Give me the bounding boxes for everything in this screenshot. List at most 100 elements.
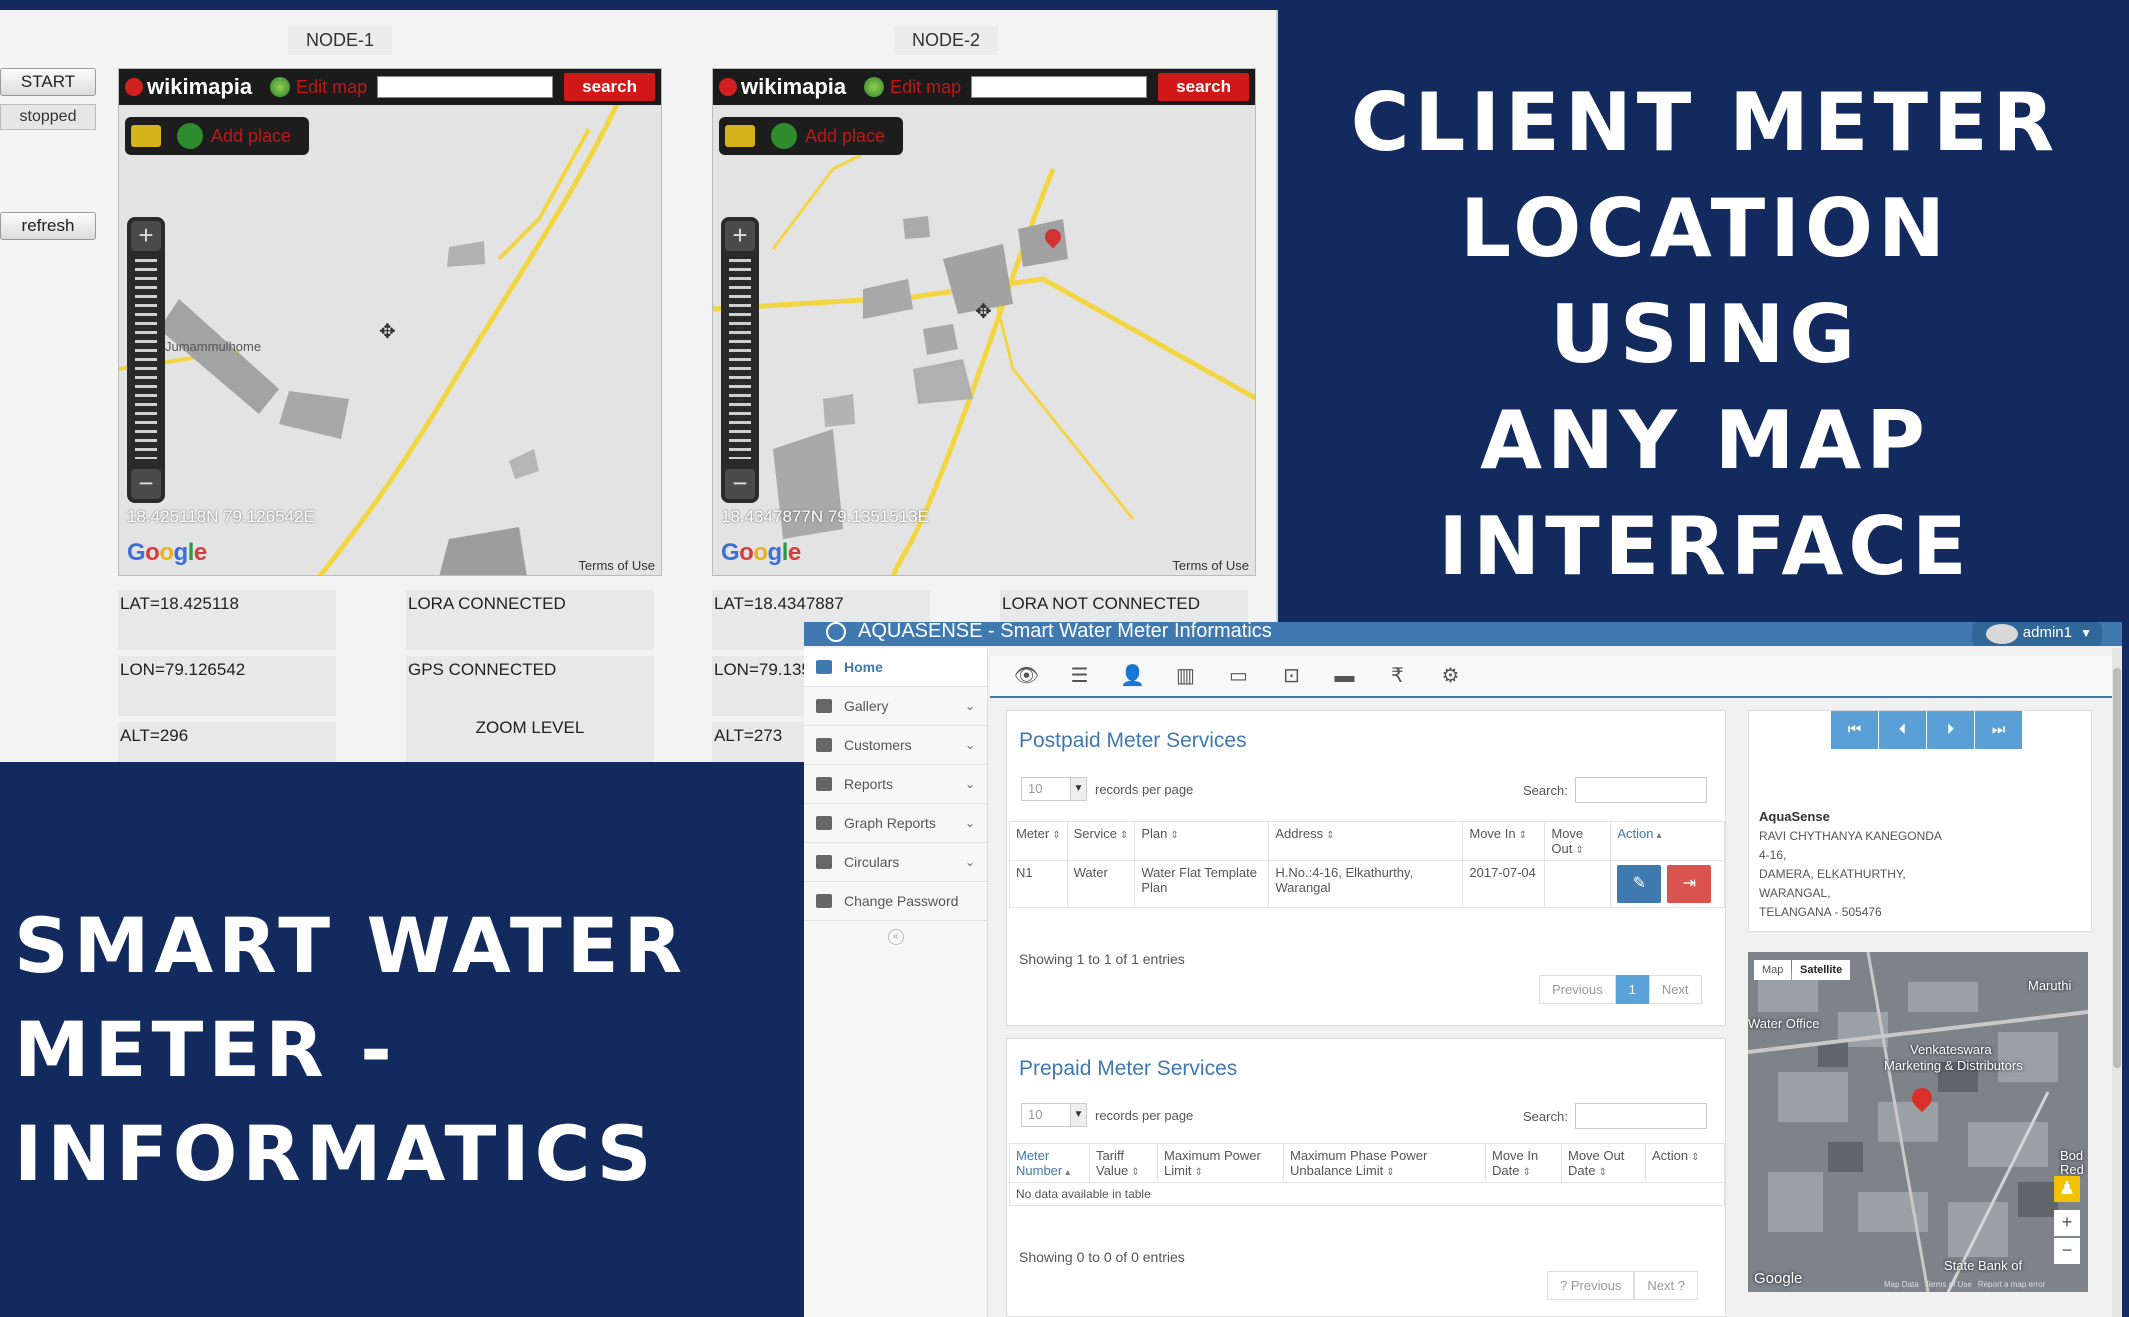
sidebar-item-gallery[interactable]: Gallery ⌄ <box>804 687 987 726</box>
google-logo-letter: G <box>127 539 146 566</box>
column-header[interactable]: Action ▴ <box>1610 821 1725 861</box>
map-search-input[interactable] <box>971 76 1148 98</box>
column-header-label: Move Out Date <box>1568 1148 1625 1178</box>
column-header[interactable]: Move Out Date ⇕ <box>1561 1143 1646 1183</box>
column-header[interactable]: Move In ⇕ <box>1462 821 1546 861</box>
cell-action: ✎ ⇥ <box>1610 860 1725 908</box>
add-place-button[interactable]: Add place <box>211 126 291 147</box>
refresh-button[interactable]: refresh <box>0 212 96 240</box>
column-header[interactable]: Action ⇕ <box>1645 1143 1725 1183</box>
node-1-lon: LON=79.126542 <box>118 656 336 716</box>
column-header-label: Tariff Value <box>1096 1148 1129 1178</box>
headline-smart-water-meter: SMART WATER METER - INFORMATICS <box>14 894 794 1206</box>
rupee-icon[interactable]: ₹ <box>1371 657 1424 695</box>
column-header[interactable]: Maximum Phase Power Unbalance Limit ⇕ <box>1283 1143 1486 1183</box>
map-search-input[interactable] <box>377 76 554 98</box>
sort-icon: ⇕ <box>1052 830 1061 841</box>
start-button[interactable]: START <box>0 68 96 96</box>
previous-page-button[interactable]: ? Previous <box>1547 1271 1635 1300</box>
sidebar-item-customers[interactable]: Customers ⌄ <box>804 726 987 765</box>
first-icon[interactable]: ⏮ <box>1831 711 1878 749</box>
table-row: No data available in table <box>1009 1182 1725 1206</box>
headline-line: SMART WATER <box>14 901 688 990</box>
edit-map-link[interactable]: Edit map <box>296 77 367 98</box>
zoom-in-button[interactable]: + <box>2054 1210 2080 1236</box>
sidebar-item-change-password[interactable]: Change Password <box>804 882 987 921</box>
records-per-page-select[interactable]: 10 ▼ <box>1021 1103 1087 1127</box>
card-icon[interactable]: ▭ <box>1212 657 1265 695</box>
bar-chart-icon[interactable]: ▥ <box>1159 657 1212 695</box>
page-1-button[interactable]: 1 <box>1615 975 1649 1004</box>
sidebar-item-graph-reports[interactable]: Graph Reports ⌄ <box>804 804 987 843</box>
sidebar-item-circulars[interactable]: Circulars ⌄ <box>804 843 987 882</box>
map-search-button[interactable]: search <box>564 73 655 101</box>
node-1-gps-status: GPS CONNECTED <box>406 656 654 716</box>
sidebar-item-reports[interactable]: Reports ⌄ <box>804 765 987 804</box>
sidebar-item-home[interactable]: Home <box>804 648 987 687</box>
satellite-map[interactable]: Map Satellite Water Office Venkateswara … <box>1748 952 2088 1292</box>
list-icon[interactable]: ☰ <box>1053 657 1106 695</box>
scrollbar-thumb[interactable] <box>2113 668 2121 1068</box>
money-icon[interactable]: ⊡ <box>1265 657 1318 695</box>
edit-icon[interactable]: ✎ <box>1617 865 1662 903</box>
logout-icon[interactable]: ⇥ <box>1667 865 1712 903</box>
zoom-slider[interactable] <box>729 259 751 459</box>
zoom-in-button[interactable]: + <box>725 221 755 251</box>
sidebar-item-label: Gallery <box>844 698 889 714</box>
map-zoom-control[interactable]: + − <box>721 217 759 503</box>
next-page-button[interactable]: Next <box>1648 975 1702 1004</box>
map-place-label: Red <box>2060 1162 2084 1177</box>
layers-icon[interactable] <box>131 125 161 147</box>
map-coordinates: 18.4347877N 79.1351513E <box>721 507 929 526</box>
headline-line: ANY MAP <box>1480 394 1930 487</box>
terms-of-use-link[interactable]: Terms of Use <box>578 558 655 573</box>
chevron-down-icon: ▼ <box>2080 626 2092 640</box>
terms-of-use-link[interactable]: Terms of Use <box>1172 558 1249 573</box>
previous-icon[interactable]: ⏴ <box>1879 711 1926 749</box>
page-scrollbar[interactable] <box>2112 648 2122 1317</box>
sidebar-collapse-icon[interactable]: « <box>887 929 904 945</box>
next-icon[interactable]: ⏵ <box>1927 711 1974 749</box>
sort-icon: ⇕ <box>1386 1167 1395 1178</box>
column-header[interactable]: Tariff Value ⇕ <box>1089 1143 1158 1183</box>
credit-card-icon[interactable]: ▬ <box>1318 657 1371 695</box>
map-search-button[interactable]: search <box>1158 73 1249 101</box>
column-header[interactable]: Move Out ⇕ <box>1544 821 1612 861</box>
satellite-view-button[interactable]: Satellite <box>1792 960 1851 980</box>
previous-page-button[interactable]: Previous <box>1539 975 1616 1004</box>
column-header-label: Maximum Power Limit <box>1164 1148 1261 1178</box>
next-page-button[interactable]: Next ? <box>1634 1271 1698 1300</box>
user-icon[interactable]: 👤 <box>1106 657 1159 695</box>
column-header[interactable]: Maximum Power Limit ⇕ <box>1157 1143 1284 1183</box>
column-header[interactable]: Meter Number ▴ <box>1009 1143 1090 1183</box>
column-header[interactable]: Address ⇕ <box>1268 821 1464 861</box>
gear-icon[interactable]: ⚙ <box>1424 657 1477 695</box>
column-header[interactable]: Move In Date ⇕ <box>1485 1143 1562 1183</box>
zoom-in-button[interactable]: + <box>131 221 161 251</box>
map-view-button[interactable]: Map <box>1754 960 1792 980</box>
zoom-out-button[interactable]: − <box>725 469 755 499</box>
zoom-out-button[interactable]: − <box>131 469 161 499</box>
records-per-page-select[interactable]: 10 ▼ <box>1021 777 1087 801</box>
sort-icon: ▴ <box>1656 830 1662 841</box>
eye-icon[interactable]: 👁 <box>1000 657 1053 695</box>
layers-icon[interactable] <box>725 125 755 147</box>
last-icon[interactable]: ⏭ <box>1975 711 2022 749</box>
prepaid-search-input[interactable] <box>1575 1103 1707 1129</box>
terms-of-use-link[interactable]: Terms of Use <box>1925 1280 1972 1289</box>
postpaid-search-input[interactable] <box>1575 777 1707 803</box>
map-zoom-control[interactable]: + − <box>127 217 165 503</box>
records-per-page-value: 10 <box>1028 1107 1043 1122</box>
street-view-icon[interactable]: ♟ <box>2054 1176 2080 1202</box>
zoom-slider[interactable] <box>135 259 157 459</box>
column-header[interactable]: Plan ⇕ <box>1134 821 1270 861</box>
report-map-error-link[interactable]: Report a map error <box>1978 1280 2046 1289</box>
add-place-button[interactable]: Add place <box>805 126 885 147</box>
edit-map-link[interactable]: Edit map <box>890 77 961 98</box>
column-header[interactable]: Meter ⇕ <box>1009 821 1068 861</box>
zoom-out-button[interactable]: − <box>2054 1238 2080 1264</box>
node-1-map[interactable]: wikimapia Edit map search Add place + − … <box>118 68 662 576</box>
node-2-map[interactable]: wikimapia Edit map search Add place + − … <box>712 68 1256 576</box>
user-menu[interactable]: admin1 ▼ <box>1972 622 2102 646</box>
column-header[interactable]: Service ⇕ <box>1066 821 1136 861</box>
